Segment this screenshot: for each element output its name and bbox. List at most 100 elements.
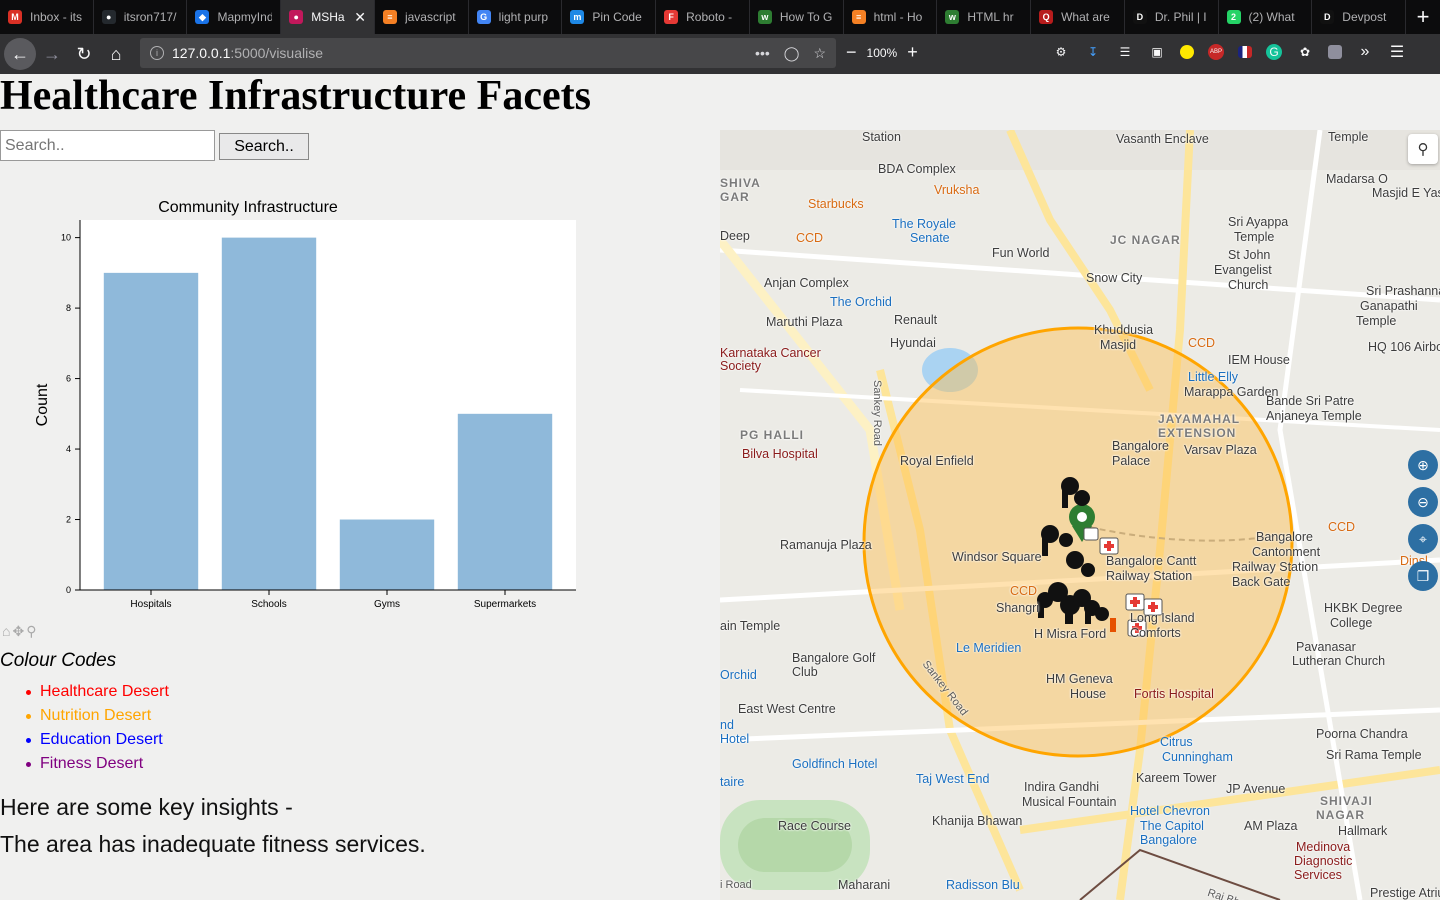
tab-title: Roboto - bbox=[686, 10, 733, 24]
back-button[interactable]: ← bbox=[4, 38, 36, 70]
browser-tab[interactable]: M Inbox - its bbox=[0, 0, 94, 34]
new-tab-button[interactable]: + bbox=[1406, 0, 1440, 34]
map-locate-button[interactable]: ⌖ bbox=[1408, 524, 1438, 554]
zoom-level[interactable]: 100% bbox=[867, 46, 898, 60]
map-label: AM Plaza bbox=[1244, 819, 1298, 833]
tab-favicon-icon: Q bbox=[1039, 10, 1054, 24]
extension-gray-icon[interactable] bbox=[1328, 45, 1342, 59]
map-label: Hyundai bbox=[890, 336, 936, 350]
map-label: Radisson Blu bbox=[946, 878, 1020, 892]
extension-flag-icon[interactable] bbox=[1238, 46, 1252, 58]
map-label: Station bbox=[862, 130, 901, 144]
chart-bar-hospitals bbox=[103, 272, 199, 590]
chart-zoom-icon[interactable]: ⚲ bbox=[26, 623, 36, 640]
browser-tab[interactable]: F Roboto - bbox=[656, 0, 750, 34]
browser-tab[interactable]: ≡ html - Ho bbox=[844, 0, 938, 34]
map-label: Society bbox=[720, 359, 761, 373]
map-label: Maruthi Plaza bbox=[766, 315, 843, 329]
browser-nav-bar: ← → ↻ ⌂ i 127.0.0.1:5000/visualise ••• ◯… bbox=[0, 34, 1440, 74]
chart-x-tick-label: Hospitals bbox=[130, 599, 171, 610]
zoom-controls: − 100% + bbox=[846, 42, 918, 63]
map-label: Temple bbox=[1356, 314, 1397, 328]
browser-tab[interactable]: ● itsron717/ bbox=[94, 0, 188, 34]
search-button[interactable]: Search.. bbox=[219, 133, 309, 160]
sidebar-icon[interactable]: ▣ bbox=[1148, 43, 1166, 61]
zoom-out-button[interactable]: − bbox=[846, 42, 857, 63]
map-label: Cunningham bbox=[1162, 750, 1233, 764]
browser-tab[interactable]: m Pin Code bbox=[562, 0, 657, 34]
map-label: Karnataka Cancer bbox=[720, 346, 821, 360]
chart-x-tick-label: Supermarkets bbox=[474, 599, 536, 610]
search-icon: ⚲ bbox=[1417, 141, 1429, 158]
map-label: Club bbox=[792, 665, 818, 679]
legend-list: Healthcare Desert Nutrition Desert Educati… bbox=[22, 680, 169, 776]
tab-favicon-icon: ≡ bbox=[851, 10, 866, 24]
zoom-in-button[interactable]: + bbox=[907, 42, 918, 63]
map-label: Anjaneya Temple bbox=[1266, 409, 1362, 423]
tab-favicon-icon: F bbox=[664, 10, 679, 24]
search-input[interactable] bbox=[0, 130, 215, 161]
grammarly-icon[interactable]: G bbox=[1266, 44, 1282, 60]
map-label: SHIVAJI bbox=[1320, 794, 1373, 808]
chart-pan-icon[interactable]: ✥ bbox=[12, 623, 24, 640]
map-label: The Capitol bbox=[1140, 819, 1204, 833]
extensions-icon[interactable]: ⚙ bbox=[1052, 43, 1070, 61]
page-content: Healthcare Infrastructure Facets Search.… bbox=[0, 74, 1440, 900]
download-icon[interactable]: ↧ bbox=[1084, 43, 1102, 61]
browser-tab[interactable]: w How To G bbox=[750, 0, 844, 34]
page-actions-icon[interactable]: ••• bbox=[755, 45, 770, 62]
chart-bar-gyms bbox=[339, 519, 435, 590]
browser-tab[interactable]: Q What are bbox=[1031, 0, 1125, 34]
map-label: Marappa Garden bbox=[1184, 385, 1279, 399]
tab-title: light purp bbox=[498, 10, 549, 24]
gym-marker[interactable] bbox=[1110, 618, 1116, 632]
reload-button[interactable]: ↻ bbox=[68, 38, 100, 70]
chart-home-icon[interactable]: ⌂ bbox=[2, 623, 10, 640]
browser-tab[interactable]: D Dr. Phil | I bbox=[1125, 0, 1219, 34]
bookmark-star-icon[interactable]: ☆ bbox=[813, 45, 826, 62]
map-search-button[interactable]: ⚲ bbox=[1408, 134, 1438, 164]
home-button[interactable]: ⌂ bbox=[100, 38, 132, 70]
hamburger-menu-icon[interactable]: ☰ bbox=[1388, 43, 1406, 61]
insight-text: The area has inadequate fitness services… bbox=[0, 831, 426, 857]
map-label: Bangalore bbox=[1256, 530, 1313, 544]
map-label: Maharani bbox=[838, 878, 891, 892]
forward-button[interactable]: → bbox=[36, 38, 68, 70]
chart-title: Community Infrastructure bbox=[158, 199, 338, 216]
bar-chart-svg: Community Infrastructure Count Hospitals Sc… bbox=[34, 199, 576, 610]
pocket-icon[interactable]: ◯ bbox=[784, 45, 800, 62]
browser-tab[interactable]: D Devpost bbox=[1312, 0, 1407, 34]
map-zoom-out-button[interactable]: ⊖ bbox=[1408, 487, 1438, 517]
toolbar-icons: ⚙ ↧ ☰ ▣ ABP G ✿ » ☰ bbox=[1052, 43, 1406, 61]
map-layers-button[interactable]: ❐ bbox=[1408, 561, 1438, 591]
overflow-menu-icon[interactable]: » bbox=[1356, 43, 1374, 61]
library-icon[interactable]: ☰ bbox=[1116, 43, 1134, 61]
map-label: Vasanth Enclave bbox=[1116, 132, 1209, 146]
extension-yellow-icon[interactable] bbox=[1180, 45, 1194, 59]
browser-tab[interactable]: Glight purp bbox=[469, 0, 563, 34]
map-view[interactable]: Station Vasanth Enclave Temple BDA Complex V… bbox=[720, 130, 1440, 900]
adblock-icon[interactable]: ABP bbox=[1208, 44, 1224, 60]
map-label: Fortis Hospital bbox=[1134, 687, 1214, 701]
browser-tab[interactable]: ≡ javascript bbox=[375, 0, 469, 34]
tab-title: Dr. Phil | I bbox=[1154, 10, 1207, 24]
browser-tab[interactable]: w HTML hr bbox=[937, 0, 1032, 34]
browser-tab[interactable]: 2 (2) What bbox=[1219, 0, 1313, 34]
url-bar[interactable]: i 127.0.0.1:5000/visualise ••• ◯ ☆ bbox=[140, 38, 836, 68]
site-info-icon[interactable]: i bbox=[150, 46, 164, 60]
map-label: Shangri bbox=[996, 601, 1040, 615]
browser-tab[interactable]: ◆ MapmyInd bbox=[187, 0, 282, 34]
tab-favicon-icon: 2 bbox=[1226, 10, 1241, 24]
tab-favicon-icon: w bbox=[757, 10, 772, 24]
map-label: Diagnostic bbox=[1294, 854, 1353, 868]
map-label: HM Geneva bbox=[1046, 672, 1113, 686]
browser-tab[interactable]: ● MSHa ✕ bbox=[281, 0, 375, 34]
map-label: Ganapathi bbox=[1360, 299, 1418, 313]
extension-bird-icon[interactable]: ✿ bbox=[1296, 43, 1314, 61]
tab-close-icon[interactable]: ✕ bbox=[354, 9, 366, 26]
map-zoom-in-button[interactable]: ⊕ bbox=[1408, 450, 1438, 480]
map-label: Little Elly bbox=[1188, 370, 1239, 384]
map-label: The Royale bbox=[892, 217, 956, 231]
tab-title: javascript bbox=[404, 10, 456, 24]
map-label: Masjid bbox=[1100, 338, 1137, 352]
